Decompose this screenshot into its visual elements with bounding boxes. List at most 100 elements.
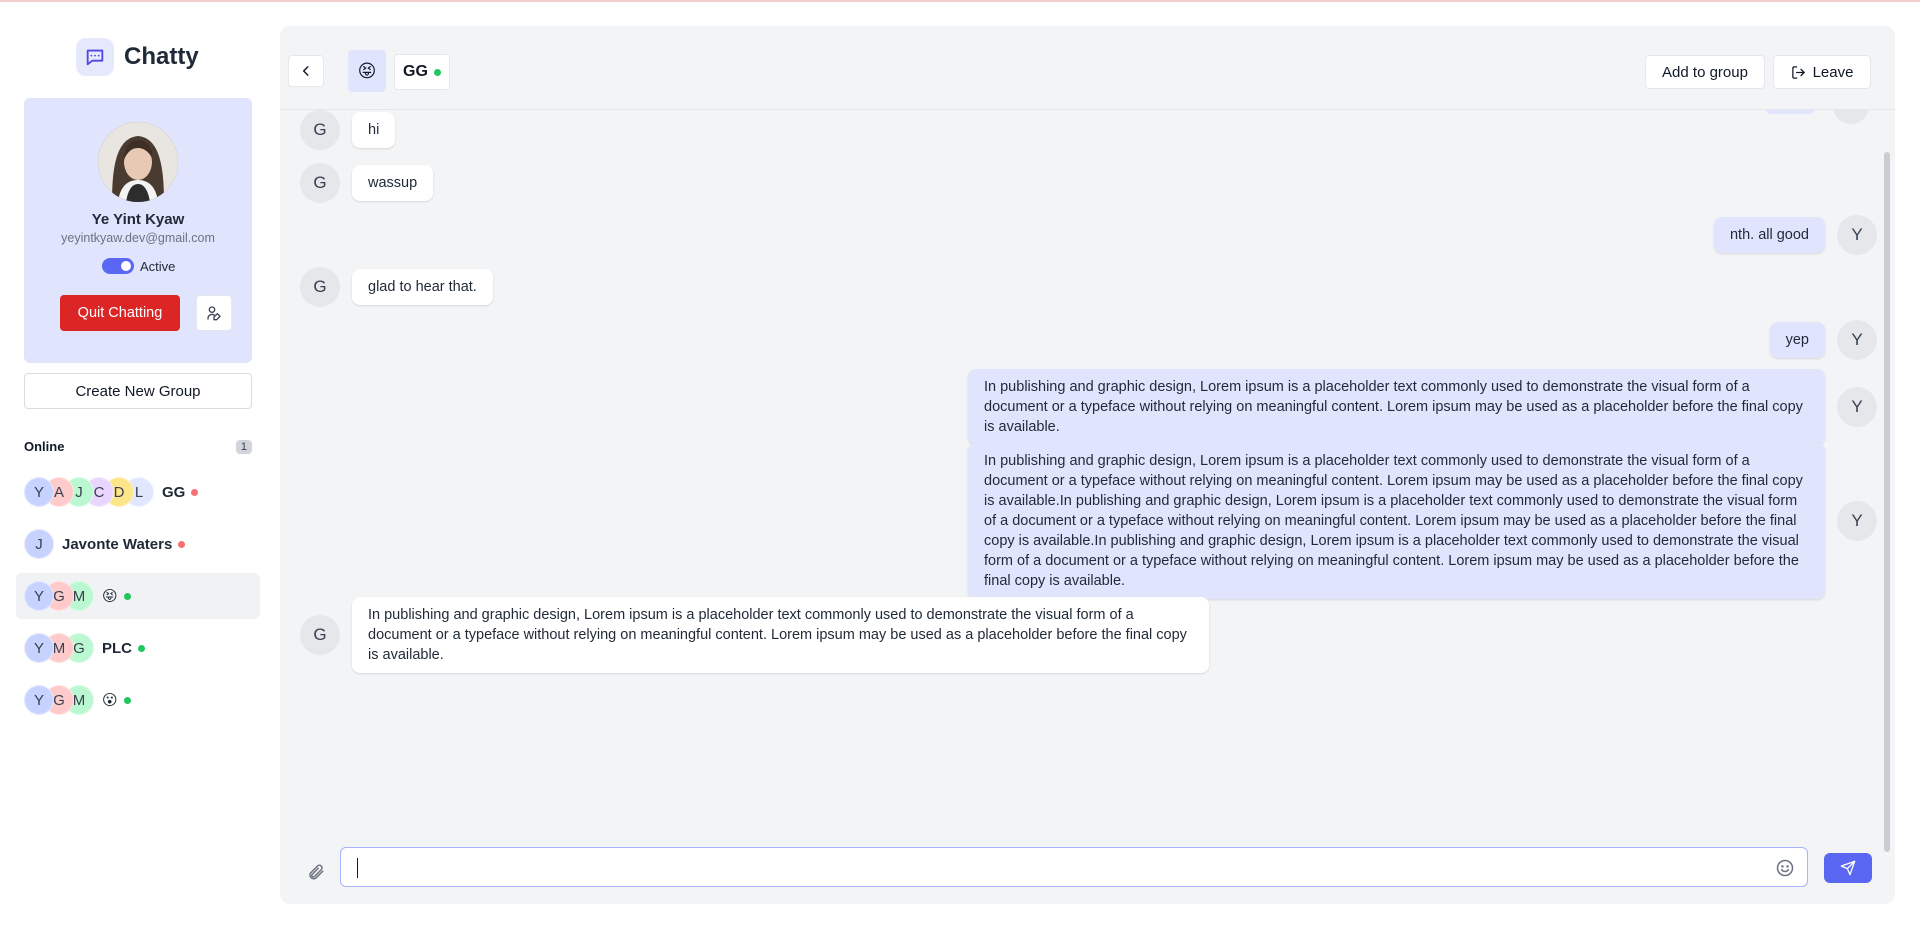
sender-avatar: Y [1837, 387, 1877, 427]
toggle-knob [121, 261, 131, 271]
chat-list-item[interactable]: Y G M 😝 [16, 573, 260, 619]
message-row: Ynth. all good [1713, 215, 1877, 255]
paperclip-icon [309, 864, 324, 880]
message-row: Gwassup [300, 163, 434, 203]
chat-list-item[interactable]: Y M G PLC [16, 625, 260, 671]
member-avatars: YAJCDL [24, 477, 154, 507]
edit-profile-button[interactable] [196, 295, 232, 331]
sender-avatar: Y [1837, 215, 1877, 255]
status-label: Active [140, 258, 176, 274]
message-bubble-partial [1765, 110, 1815, 114]
chat-list-item[interactable]: Y A J C D L GG [16, 469, 260, 515]
sender-avatar: Y [1837, 320, 1877, 360]
send-button[interactable] [1824, 853, 1872, 883]
chat-header: 😝 GG Add to group Leave [280, 26, 1895, 110]
message-bubble: In publishing and graphic design, Lorem … [968, 443, 1825, 599]
message-bubble: wassup [352, 165, 434, 201]
status-row: Active [102, 258, 175, 274]
online-count-badge: 1 [235, 439, 252, 454]
leave-label: Leave [1812, 63, 1854, 81]
message-row: Yyep [1769, 320, 1877, 360]
logout-icon [1791, 65, 1805, 79]
member-avatars: J [24, 529, 54, 559]
create-new-group-button[interactable]: Create New Group [24, 373, 252, 409]
status-dot [191, 488, 199, 496]
sidebar: Chatty Ye Yint Kyaw yeyintkyaw.dev@gmail… [0, 0, 280, 927]
chat-list: Y A J C D L GG J Javonte Waters Y G M 😝 Y M G PLC Y G M 😮 [16, 469, 260, 729]
message-bubble: In publishing and graphic design, Lorem … [968, 369, 1825, 445]
message-scrollbar[interactable] [1884, 152, 1890, 852]
member-avatars: YGM [24, 685, 94, 715]
member-avatar: J [24, 529, 54, 559]
chat-list-item[interactable]: J Javonte Waters [16, 521, 260, 567]
brand: Chatty [76, 38, 199, 76]
sender-avatar: G [300, 110, 340, 150]
chevron-left-icon [302, 66, 309, 76]
message-bubble: nth. all good [1713, 217, 1825, 253]
message-row: Gglad to hear that. [300, 267, 493, 307]
smiley-icon [1776, 859, 1794, 877]
message-row: Y In publishing and graphic design, Lorem… [968, 443, 1877, 599]
send-icon [1840, 860, 1856, 876]
composer [280, 844, 1895, 904]
sender-avatar-partial [1833, 110, 1869, 124]
status-dot [178, 540, 186, 548]
message-row: G In publishing and graphic design, Lorem… [300, 597, 1209, 673]
member-avatar: Y [24, 581, 54, 611]
status-dot [123, 592, 131, 600]
sender-avatar: G [300, 163, 340, 203]
text-caret [357, 858, 358, 878]
chat-panel: 😝 GG Add to group Leave Ghi Gwassup Ynth. … [280, 26, 1895, 904]
profile-card: Ye Yint Kyaw yeyintkyaw.dev@gmail.com Ac… [24, 98, 252, 363]
online-label: Online [24, 439, 65, 454]
member-avatar: Y [24, 633, 54, 663]
message-row: Y In publishing and graphic design, Lorem… [968, 369, 1877, 445]
message-bubble: glad to hear that. [352, 269, 493, 305]
status-dot [138, 644, 145, 652]
chat-name: 😮 [102, 692, 118, 709]
chat-name-wrap: 😝 [102, 587, 131, 605]
profile-email: yeyintkyaw.dev@gmail.com [61, 231, 215, 245]
message-bubble: hi [352, 112, 396, 148]
user-edit-icon [207, 306, 221, 321]
group-emoji[interactable]: 😝 [348, 50, 386, 92]
chat-name: GG [162, 483, 186, 501]
message-list[interactable]: Ghi Gwassup Ynth. all good Gglad to hear th… [280, 110, 1895, 840]
profile-name: Ye Yint Kyaw [91, 211, 185, 228]
chat-name-wrap: 😮 [102, 691, 131, 709]
chat-bubble-icon [76, 38, 114, 76]
member-avatars: YGM [24, 581, 94, 611]
attach-button[interactable] [302, 858, 330, 886]
sender-avatar: G [300, 267, 340, 307]
chat-name: PLC [102, 639, 132, 657]
message-bubble: yep [1769, 322, 1825, 358]
sender-avatar: G [300, 615, 340, 655]
message-row: Ghi [300, 110, 396, 150]
back-button[interactable] [288, 55, 324, 87]
member-avatar: Y [24, 477, 54, 507]
chat-name: 😝 [102, 588, 118, 605]
message-bubble: In publishing and graphic design, Lorem … [352, 597, 1209, 673]
profile-avatar [98, 122, 178, 202]
active-toggle[interactable] [102, 258, 134, 274]
emoji-button[interactable] [1773, 856, 1797, 880]
add-to-group-button[interactable]: Add to group [1645, 55, 1765, 89]
online-header: Online 1 [24, 439, 252, 454]
chat-name-wrap: PLC [102, 640, 145, 657]
sender-avatar: Y [1837, 501, 1877, 541]
message-input[interactable] [340, 847, 1808, 887]
chat-name-wrap: GG [162, 483, 199, 501]
top-border [0, 0, 1920, 2]
chat-name-wrap: Javonte Waters [62, 535, 186, 553]
app-name: Chatty [124, 43, 199, 70]
member-avatars: YMG [24, 633, 94, 663]
online-status-dot [433, 68, 441, 76]
group-title: GG [403, 63, 428, 80]
group-title-box[interactable]: GG [394, 54, 450, 90]
chat-list-item[interactable]: Y G M 😮 [16, 677, 260, 723]
member-avatar: Y [24, 685, 54, 715]
leave-button[interactable]: Leave [1773, 55, 1871, 89]
quit-chatting-button[interactable]: Quit Chatting [60, 295, 180, 331]
status-dot [123, 696, 131, 704]
chat-name: Javonte Waters [62, 535, 173, 553]
